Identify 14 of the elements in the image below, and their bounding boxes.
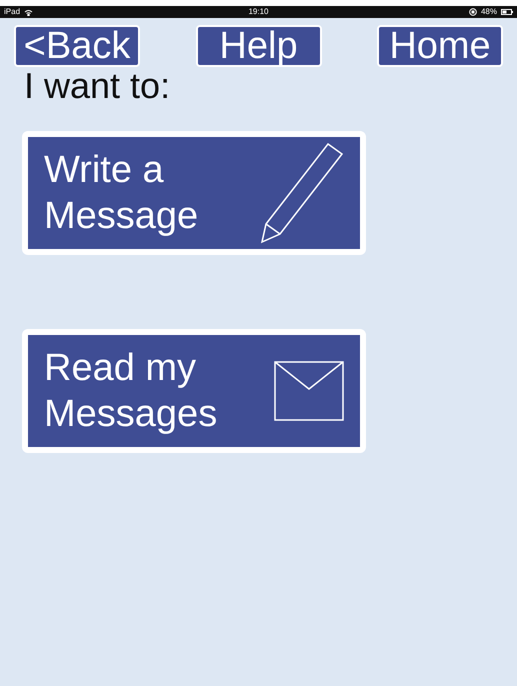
battery-icon (501, 9, 513, 15)
battery-percent: 48% (480, 6, 497, 18)
nav-button[interactable]: Help (196, 25, 322, 67)
prompt-text: I want to: (23, 67, 172, 105)
pencil-icon (258, 142, 344, 244)
action-button[interactable]: Write a Message (22, 131, 366, 255)
device-name: iPad (4, 6, 20, 18)
wifi-icon (24, 8, 34, 16)
action-button[interactable]: Read my Messages (22, 329, 366, 453)
rotation-lock-icon (468, 8, 477, 16)
nav-button[interactable]: <Back (14, 25, 140, 67)
nav-button[interactable]: Home (377, 25, 503, 67)
envelope-icon (274, 361, 344, 421)
status-time: 19:10 (248, 6, 269, 18)
